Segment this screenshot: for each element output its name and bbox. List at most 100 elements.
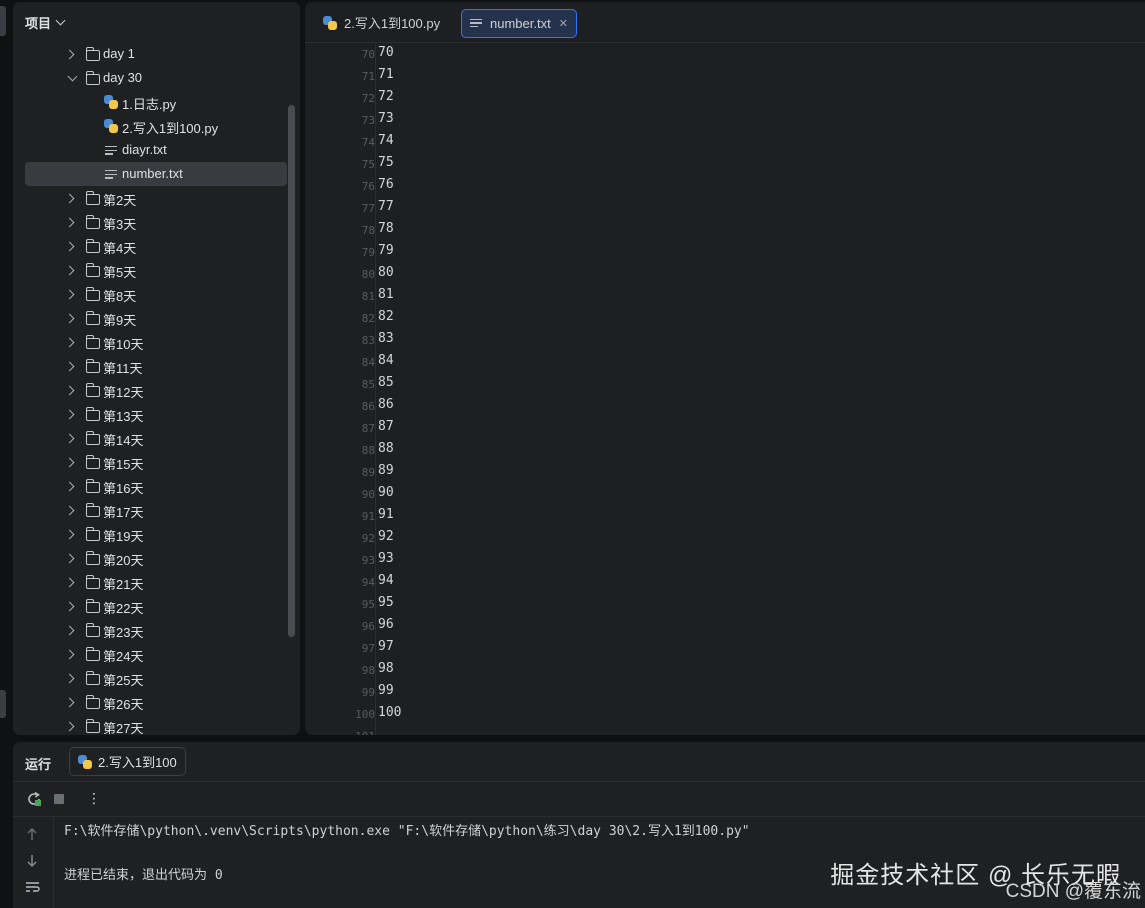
- tree-folder-item[interactable]: 第14天: [13, 426, 287, 450]
- chevron-right-icon[interactable]: [64, 337, 75, 348]
- chevron-right-icon[interactable]: [64, 409, 75, 420]
- code-line[interactable]: 98: [378, 661, 394, 676]
- tree-folder-item[interactable]: 第23天: [13, 618, 287, 642]
- chevron-right-icon[interactable]: [64, 529, 75, 540]
- code-line[interactable]: 77: [378, 199, 394, 214]
- chevron-right-icon[interactable]: [64, 241, 75, 252]
- chevron-right-icon[interactable]: [64, 481, 75, 492]
- code-line[interactable]: 75: [378, 155, 394, 170]
- tree-folder-item[interactable]: 第15天: [13, 450, 287, 474]
- code-line[interactable]: 97: [378, 639, 394, 654]
- tree-folder-item[interactable]: 第5天: [13, 258, 287, 282]
- code-line[interactable]: 72: [378, 89, 394, 104]
- code-line[interactable]: 95: [378, 595, 394, 610]
- chevron-right-icon[interactable]: [64, 601, 75, 612]
- code-line[interactable]: 79: [378, 243, 394, 258]
- chevron-right-icon[interactable]: [64, 577, 75, 588]
- tree-file-item[interactable]: diayr.txt: [13, 138, 287, 162]
- code-line[interactable]: 76: [378, 177, 394, 192]
- chevron-right-icon[interactable]: [64, 289, 75, 300]
- code-line[interactable]: 81: [378, 287, 394, 302]
- close-icon[interactable]: ✕: [559, 17, 568, 30]
- arrow-down-icon[interactable]: [26, 854, 38, 868]
- structure-tool-window-tab[interactable]: [0, 690, 6, 718]
- chevron-right-icon[interactable]: [64, 457, 75, 468]
- code-line[interactable]: 86: [378, 397, 394, 412]
- code-line[interactable]: 74: [378, 133, 394, 148]
- tree-folder-item[interactable]: 第20天: [13, 546, 287, 570]
- tree-folder-item[interactable]: 第26天: [13, 690, 287, 714]
- tree-folder-item[interactable]: 第10天: [13, 330, 287, 354]
- code-line[interactable]: 91: [378, 507, 394, 522]
- code-line[interactable]: 99: [378, 683, 394, 698]
- tab-python-file[interactable]: 2.写入1到100.py: [317, 9, 446, 36]
- tree-folder-item[interactable]: day 1: [13, 42, 287, 66]
- tree-file-item[interactable]: number.txt: [25, 162, 287, 186]
- code-line[interactable]: 89: [378, 463, 394, 478]
- tree-folder-item[interactable]: 第17天: [13, 498, 287, 522]
- chevron-right-icon[interactable]: [64, 385, 75, 396]
- code-line[interactable]: 78: [378, 221, 394, 236]
- tree-folder-item[interactable]: 第8天: [13, 282, 287, 306]
- chevron-right-icon[interactable]: [64, 49, 75, 60]
- chevron-right-icon[interactable]: [64, 697, 75, 708]
- code-line[interactable]: 83: [378, 331, 394, 346]
- chevron-right-icon[interactable]: [64, 721, 75, 732]
- chevron-down-icon[interactable]: [67, 71, 78, 82]
- code-line[interactable]: 85: [378, 375, 394, 390]
- tree-folder-item[interactable]: 第12天: [13, 378, 287, 402]
- run-config-tab[interactable]: 2.写入1到100: [69, 747, 186, 776]
- code-line[interactable]: 94: [378, 573, 394, 588]
- tree-folder-item[interactable]: 第2天: [13, 186, 287, 210]
- tree-folder-item[interactable]: 第22天: [13, 594, 287, 618]
- tree-folder-item[interactable]: 第27天: [13, 714, 287, 735]
- tree-folder-item[interactable]: 第13天: [13, 402, 287, 426]
- code-line[interactable]: 70: [378, 45, 394, 60]
- stop-icon[interactable]: [54, 794, 64, 804]
- code-line[interactable]: 93: [378, 551, 394, 566]
- chevron-right-icon[interactable]: [64, 265, 75, 276]
- chevron-right-icon[interactable]: [64, 313, 75, 324]
- tree-folder-item[interactable]: 第9天: [13, 306, 287, 330]
- project-header[interactable]: 项目: [13, 2, 300, 42]
- code-line[interactable]: 100: [378, 705, 401, 720]
- tree-folder-item[interactable]: day 30: [13, 66, 287, 90]
- rerun-icon[interactable]: [26, 791, 42, 807]
- tree-folder-item[interactable]: 第21天: [13, 570, 287, 594]
- chevron-right-icon[interactable]: [64, 433, 75, 444]
- chevron-down-icon[interactable]: [55, 15, 66, 26]
- chevron-right-icon[interactable]: [64, 553, 75, 564]
- chevron-right-icon[interactable]: [64, 361, 75, 372]
- code-line[interactable]: 88: [378, 441, 394, 456]
- soft-wrap-icon[interactable]: [25, 881, 41, 893]
- chevron-right-icon[interactable]: [64, 217, 75, 228]
- tree-file-item[interactable]: 1.日志.py: [13, 90, 287, 114]
- code-line[interactable]: 90: [378, 485, 394, 500]
- chevron-right-icon[interactable]: [64, 673, 75, 684]
- tree-folder-item[interactable]: 第3天: [13, 210, 287, 234]
- tree-folder-item[interactable]: 第4天: [13, 234, 287, 258]
- more-options-icon[interactable]: ⋮: [87, 790, 101, 807]
- code-line[interactable]: 82: [378, 309, 394, 324]
- chevron-right-icon[interactable]: [64, 625, 75, 636]
- chevron-right-icon[interactable]: [64, 649, 75, 660]
- code-line[interactable]: 80: [378, 265, 394, 280]
- project-tool-window-tab[interactable]: [0, 6, 6, 36]
- tree-folder-item[interactable]: 第19天: [13, 522, 287, 546]
- code-line[interactable]: 92: [378, 529, 394, 544]
- tree-folder-item[interactable]: 第16天: [13, 474, 287, 498]
- code-line[interactable]: 96: [378, 617, 394, 632]
- code-line[interactable]: 87: [378, 419, 394, 434]
- code-line[interactable]: 84: [378, 353, 394, 368]
- tab-number-txt[interactable]: number.txt ✕: [461, 9, 577, 38]
- tree-folder-item[interactable]: 第11天: [13, 354, 287, 378]
- tree-folder-item[interactable]: 第25天: [13, 666, 287, 690]
- chevron-right-icon[interactable]: [64, 505, 75, 516]
- tree-folder-item[interactable]: 第24天: [13, 642, 287, 666]
- arrow-up-icon[interactable]: [26, 827, 38, 841]
- chevron-right-icon[interactable]: [64, 193, 75, 204]
- tree-file-item[interactable]: 2.写入1到100.py: [13, 114, 287, 138]
- code-line[interactable]: 71: [378, 67, 394, 82]
- code-line[interactable]: 73: [378, 111, 394, 126]
- project-scrollbar[interactable]: [288, 105, 295, 637]
